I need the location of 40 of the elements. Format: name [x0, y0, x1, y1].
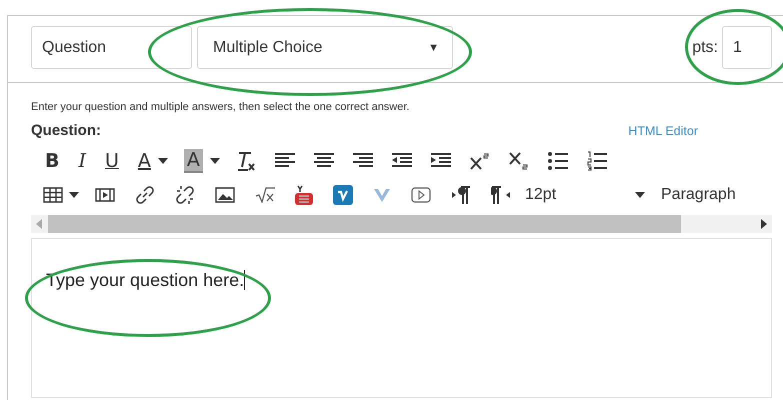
link-icon[interactable]: [135, 185, 155, 205]
align-center-icon[interactable]: [314, 153, 334, 169]
caret-icon[interactable]: [69, 192, 79, 198]
font-size-dropdown[interactable]: 12pt: [525, 186, 645, 204]
subscript-icon[interactable]: [508, 151, 529, 171]
numbered-list-icon[interactable]: [586, 151, 607, 171]
caret-icon[interactable]: [158, 158, 168, 164]
question-title-field[interactable]: Question: [31, 26, 192, 69]
image-icon[interactable]: [215, 187, 235, 203]
video-logo-icon[interactable]: [295, 185, 313, 205]
align-left-icon[interactable]: [274, 153, 295, 169]
question-label: Question:: [31, 122, 101, 139]
bold-button[interactable]: B: [45, 150, 60, 172]
square-root-icon[interactable]: [255, 187, 275, 203]
table-icon[interactable]: [43, 187, 63, 203]
points-field[interactable]: 1: [722, 26, 772, 69]
clear-formatting-icon[interactable]: [236, 150, 256, 172]
instructions-text: Enter your question and multiple answers, then select the one correct answer.: [31, 101, 410, 113]
caret-icon[interactable]: [635, 192, 645, 198]
html-editor-link[interactable]: HTML Editor: [628, 124, 698, 138]
points-label: pts:: [692, 38, 718, 56]
right-to-left-icon[interactable]: [491, 186, 511, 204]
left-to-right-icon[interactable]: [451, 186, 471, 204]
vimeo-icon[interactable]: [333, 185, 353, 205]
superscript-icon[interactable]: [470, 152, 490, 170]
align-right-icon[interactable]: [352, 153, 373, 169]
caret-icon[interactable]: [210, 158, 220, 164]
question-type-select[interactable]: Multiple Choice ▼: [197, 26, 453, 69]
italic-button[interactable]: I: [78, 150, 86, 172]
format-dropdown[interactable]: Paragraph: [661, 186, 736, 204]
indent-icon[interactable]: [430, 153, 451, 169]
text-color-button[interactable]: A: [138, 150, 151, 172]
film-icon[interactable]: [95, 187, 115, 203]
unlink-icon[interactable]: [175, 185, 195, 205]
underline-button[interactable]: U: [105, 150, 119, 172]
scroll-right-icon[interactable]: [761, 219, 767, 229]
play-button-icon[interactable]: [411, 187, 431, 203]
outdent-icon[interactable]: [392, 153, 412, 169]
bulleted-list-icon[interactable]: [548, 152, 568, 170]
background-color-button[interactable]: A: [184, 149, 203, 173]
